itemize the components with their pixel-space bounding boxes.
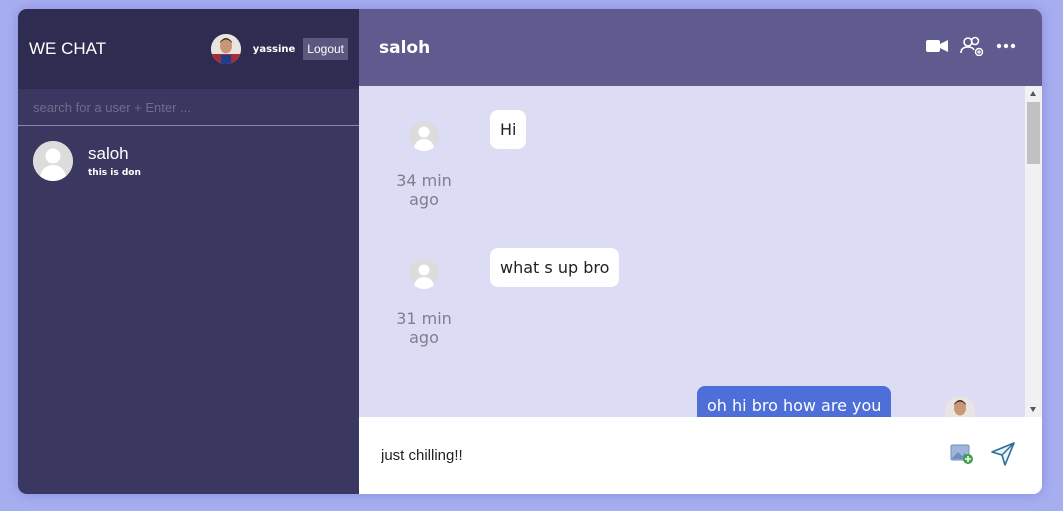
chat-panel: saloh 34 min ago Hi 31 min ago what s up…	[359, 9, 1042, 494]
scroll-thumb[interactable]	[1027, 102, 1040, 164]
chat-header-actions	[914, 36, 1016, 56]
add-image-icon[interactable]	[950, 443, 974, 465]
sidebar: WE CHAT yassine Logout search for a user…	[18, 9, 359, 494]
sender-avatar	[409, 121, 439, 151]
message-area: 34 min ago Hi 31 min ago what s up bro o…	[359, 86, 1025, 417]
contact-status: this is don	[88, 168, 141, 178]
my-message-bubble: oh hi bro how are you	[697, 386, 892, 417]
app-brand: WE CHAT	[29, 39, 107, 58]
logout-button[interactable]: Logout	[303, 38, 348, 60]
default-avatar-icon	[409, 259, 439, 289]
message-time: 34 min ago	[396, 171, 452, 209]
message-composer	[359, 417, 1042, 494]
user-avatar[interactable]	[210, 34, 241, 64]
current-user: yassine Logout	[210, 34, 348, 64]
group-add-icon[interactable]	[960, 36, 984, 56]
message-bubble: what s up bro	[490, 248, 620, 287]
chat-app: WE CHAT yassine Logout search for a user…	[18, 9, 1042, 494]
scroll-down-icon[interactable]	[1030, 407, 1036, 412]
composer-actions	[934, 441, 1016, 467]
scroll-up-icon[interactable]	[1030, 91, 1036, 96]
sidebar-header: WE CHAT yassine Logout	[18, 9, 359, 89]
message-bubble: Hi	[490, 110, 527, 149]
user-photo-icon	[210, 34, 241, 64]
user-photo-icon	[945, 396, 975, 417]
contact-name: saloh	[88, 144, 129, 163]
more-options-icon[interactable]	[996, 43, 1016, 49]
contact-item[interactable]: saloh this is don	[18, 126, 359, 196]
sender-avatar	[409, 259, 439, 289]
default-avatar-icon	[409, 121, 439, 151]
message-time: 31 min ago	[396, 309, 452, 347]
username: yassine	[252, 43, 296, 55]
search-input[interactable]	[31, 98, 335, 116]
default-avatar-icon	[33, 141, 73, 181]
message-input[interactable]	[379, 446, 883, 465]
user-search	[18, 89, 359, 126]
chat-title: saloh	[379, 37, 431, 58]
contact-avatar	[33, 141, 73, 181]
message-scrollbar[interactable]	[1025, 86, 1042, 417]
message-list[interactable]: 34 min ago Hi 31 min ago what s up bro o…	[359, 86, 1042, 417]
video-camera-icon[interactable]	[926, 39, 948, 53]
chat-header: saloh	[359, 9, 1042, 86]
my-avatar	[945, 396, 975, 417]
send-icon[interactable]	[990, 441, 1016, 467]
